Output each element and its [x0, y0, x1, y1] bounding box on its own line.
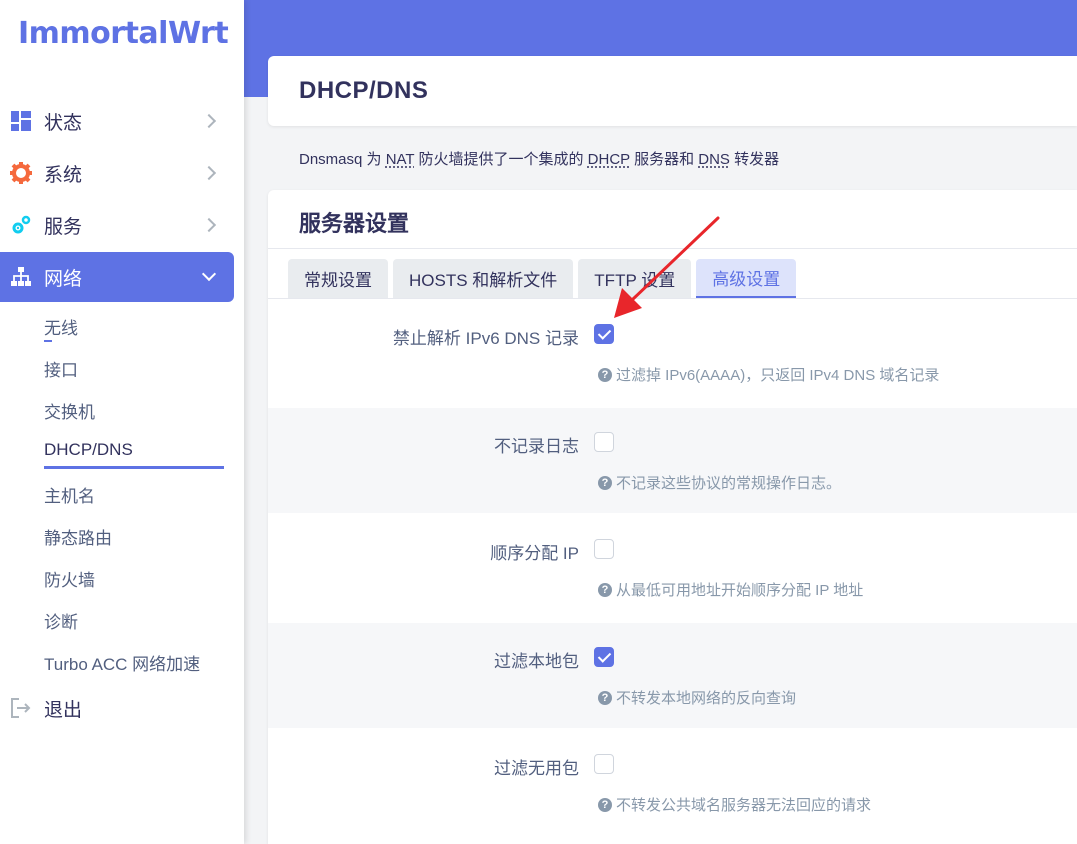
hint-text: 从最低可用地址开始顺序分配 IP 地址	[616, 582, 864, 599]
option-row-filterwin2k: 过滤无用包 ? 不转发公共域名服务器无法回应的请求	[268, 728, 1077, 840]
chevron-right-icon	[201, 217, 217, 233]
option-hint: ? 过滤掉 IPv6(AAAA)，只返回 IPv4 DNS 域名记录	[598, 364, 939, 385]
filter-aaaa-checkbox[interactable]	[594, 324, 614, 344]
page-description: Dnsmasq 为 NAT 防火墙提供了一个集成的 DHCP 服务器和 DNS …	[299, 148, 779, 169]
menu-label: 服务	[44, 216, 83, 238]
option-label: 禁止解析 IPv6 DNS 记录	[392, 329, 579, 348]
option-label: 顺序分配 IP	[490, 544, 579, 563]
submenu-item-dhcp-dns[interactable]: DHCP/DNS	[44, 440, 133, 460]
hint-text: 不转发公共域名服务器无法回应的请求	[616, 797, 872, 814]
divider	[268, 248, 1077, 249]
tab-tftp[interactable]: TFTP 设置	[578, 259, 692, 298]
cogs-icon	[10, 214, 32, 236]
hint-text: 不转发本地网络的反向查询	[616, 690, 797, 707]
option-hint: ? 从最低可用地址开始顺序分配 IP 地址	[598, 579, 863, 600]
hint-text: 不记录这些协议的常规操作日志。	[616, 475, 842, 492]
option-row-filter-aaaa: 禁止解析 IPv6 DNS 记录 ? 过滤掉 IPv6(AAAA)，只返回 IP…	[268, 300, 1077, 408]
option-hint: ? 不转发公共域名服务器无法回应的请求	[598, 794, 871, 815]
hint-text: 过滤掉 IPv6(AAAA)，只返回 IPv4 DNS 域名记录	[616, 367, 940, 384]
submenu-item-switch[interactable]: 交换机	[44, 398, 95, 423]
server-settings-card: 服务器设置 常规设置 HOSTS 和解析文件 TFTP 设置 高级设置 禁止解析…	[268, 190, 1077, 844]
logout-icon	[10, 697, 32, 719]
submenu-item-interfaces[interactable]: 接口	[44, 356, 78, 381]
menu-item-status[interactable]: 状态	[0, 96, 234, 146]
desc-text: 转发器	[729, 151, 780, 168]
chevron-right-icon	[201, 113, 217, 129]
sequential-ip-checkbox[interactable]	[594, 539, 614, 559]
menu-label: 状态	[44, 112, 83, 134]
tab-advanced[interactable]: 高级设置	[696, 259, 797, 298]
menu-item-services[interactable]: 服务	[0, 200, 234, 250]
submenu-item-turbo-acc[interactable]: Turbo ACC 网络加速	[44, 650, 200, 675]
dashboard-icon	[10, 110, 32, 132]
option-row-bogus-priv: 过滤本地包 ? 不转发本地网络的反向查询	[268, 623, 1077, 728]
abbr-nat: NAT	[385, 151, 415, 168]
quiet-log-checkbox[interactable]	[594, 432, 614, 452]
option-label: 过滤无用包	[494, 759, 579, 778]
submenu-item-diagnostics[interactable]: 诊断	[44, 608, 78, 633]
network-icon	[10, 266, 32, 288]
filterwin2k-checkbox[interactable]	[594, 754, 614, 774]
menu-item-network[interactable]: 网络	[0, 252, 234, 302]
sidebar: ImmortalWrt 状态 系统 服务 网络 无线 接口 交换机 DHCP/D…	[0, 0, 244, 844]
desc-text: 服务器和	[629, 151, 699, 168]
chevron-down-icon	[201, 266, 217, 282]
page-title: DHCP/DNS	[299, 77, 429, 104]
menu-item-logout[interactable]: 退出	[0, 683, 234, 733]
submenu-indicator	[44, 340, 52, 342]
bogus-priv-checkbox[interactable]	[594, 647, 614, 667]
menu-label: 网络	[44, 268, 83, 290]
abbr-dns: DNS	[698, 151, 730, 168]
option-hint: ? 不转发本地网络的反向查询	[598, 687, 796, 708]
option-hint: ? 不记录这些协议的常规操作日志。	[598, 472, 841, 493]
submenu-item-wireless[interactable]: 无线	[44, 314, 78, 339]
tab-hosts-resolv[interactable]: HOSTS 和解析文件	[393, 259, 574, 298]
question-circle-icon: ?	[598, 690, 612, 705]
menu-item-system[interactable]: 系统	[0, 148, 234, 198]
gear-icon	[10, 162, 32, 184]
question-circle-icon: ?	[598, 797, 612, 812]
tab-general[interactable]: 常规设置	[288, 259, 388, 298]
option-row-quiet-log: 不记录日志 ? 不记录这些协议的常规操作日志。	[268, 408, 1077, 513]
page-title-card: DHCP/DNS	[268, 56, 1077, 126]
option-label: 不记录日志	[494, 437, 579, 456]
abbr-dhcp: DHCP	[587, 151, 630, 168]
question-circle-icon: ?	[598, 582, 612, 597]
option-label: 过滤本地包	[494, 652, 579, 671]
divider	[268, 298, 1077, 299]
submenu-active-underline	[44, 466, 224, 469]
submenu-item-hostnames[interactable]: 主机名	[44, 482, 95, 507]
question-circle-icon: ?	[598, 367, 612, 382]
tab-bar: 常规设置 HOSTS 和解析文件 TFTP 设置 高级设置	[288, 259, 797, 298]
desc-text: 防火墙提供了一个集成的	[414, 151, 588, 168]
menu-label: 系统	[44, 164, 83, 186]
submenu-item-static-routes[interactable]: 静态路由	[44, 524, 112, 549]
menu-label: 退出	[44, 699, 83, 721]
brand-logo[interactable]: ImmortalWrt	[18, 16, 229, 51]
section-title: 服务器设置	[299, 211, 410, 236]
chevron-right-icon	[201, 165, 217, 181]
desc-text: Dnsmasq 为	[299, 151, 386, 168]
submenu-item-firewall[interactable]: 防火墙	[44, 566, 95, 591]
option-row-sequential-ip: 顺序分配 IP ? 从最低可用地址开始顺序分配 IP 地址	[268, 513, 1077, 623]
question-circle-icon: ?	[598, 475, 612, 490]
